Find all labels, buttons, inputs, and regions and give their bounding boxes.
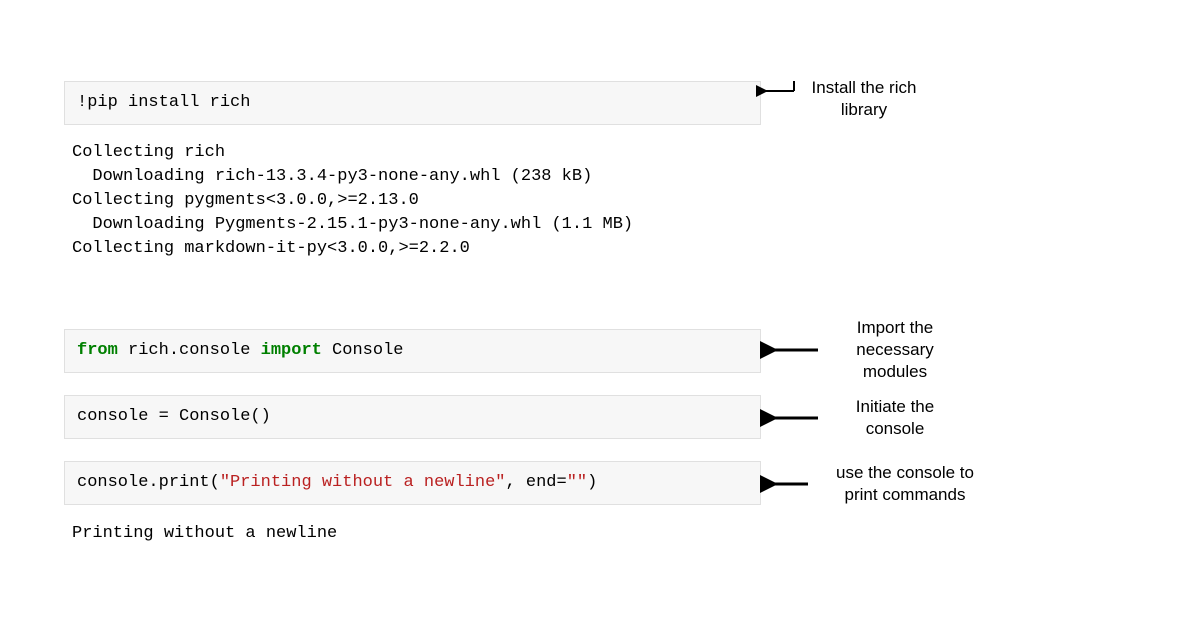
output-print: Printing without a newline [72,522,337,546]
annotation-import: Import the necessary modules [840,317,950,383]
code-cell-import[interactable]: from rich.console import Console [64,329,761,373]
code-cell-print[interactable]: console.print("Printing without a newlin… [64,461,761,505]
code-cell-init[interactable]: console = Console() [64,395,761,439]
code-cell-install[interactable]: !pip install rich [64,81,761,125]
arrow-print [768,476,814,492]
code-text: console.print("Printing without a newlin… [77,473,597,492]
output-install: Collecting rich Downloading rich-13.3.4-… [72,141,633,261]
code-text: from rich.console import Console [77,341,403,360]
code-text: console = Console() [77,407,271,426]
annotation-init: Initiate the console [840,396,950,440]
arrow-import [768,342,823,358]
annotation-install: Install the rich library [794,77,934,121]
arrow-init [768,410,823,426]
annotation-print: use the console to print commands [820,462,990,506]
code-text: !pip install rich [77,93,250,112]
